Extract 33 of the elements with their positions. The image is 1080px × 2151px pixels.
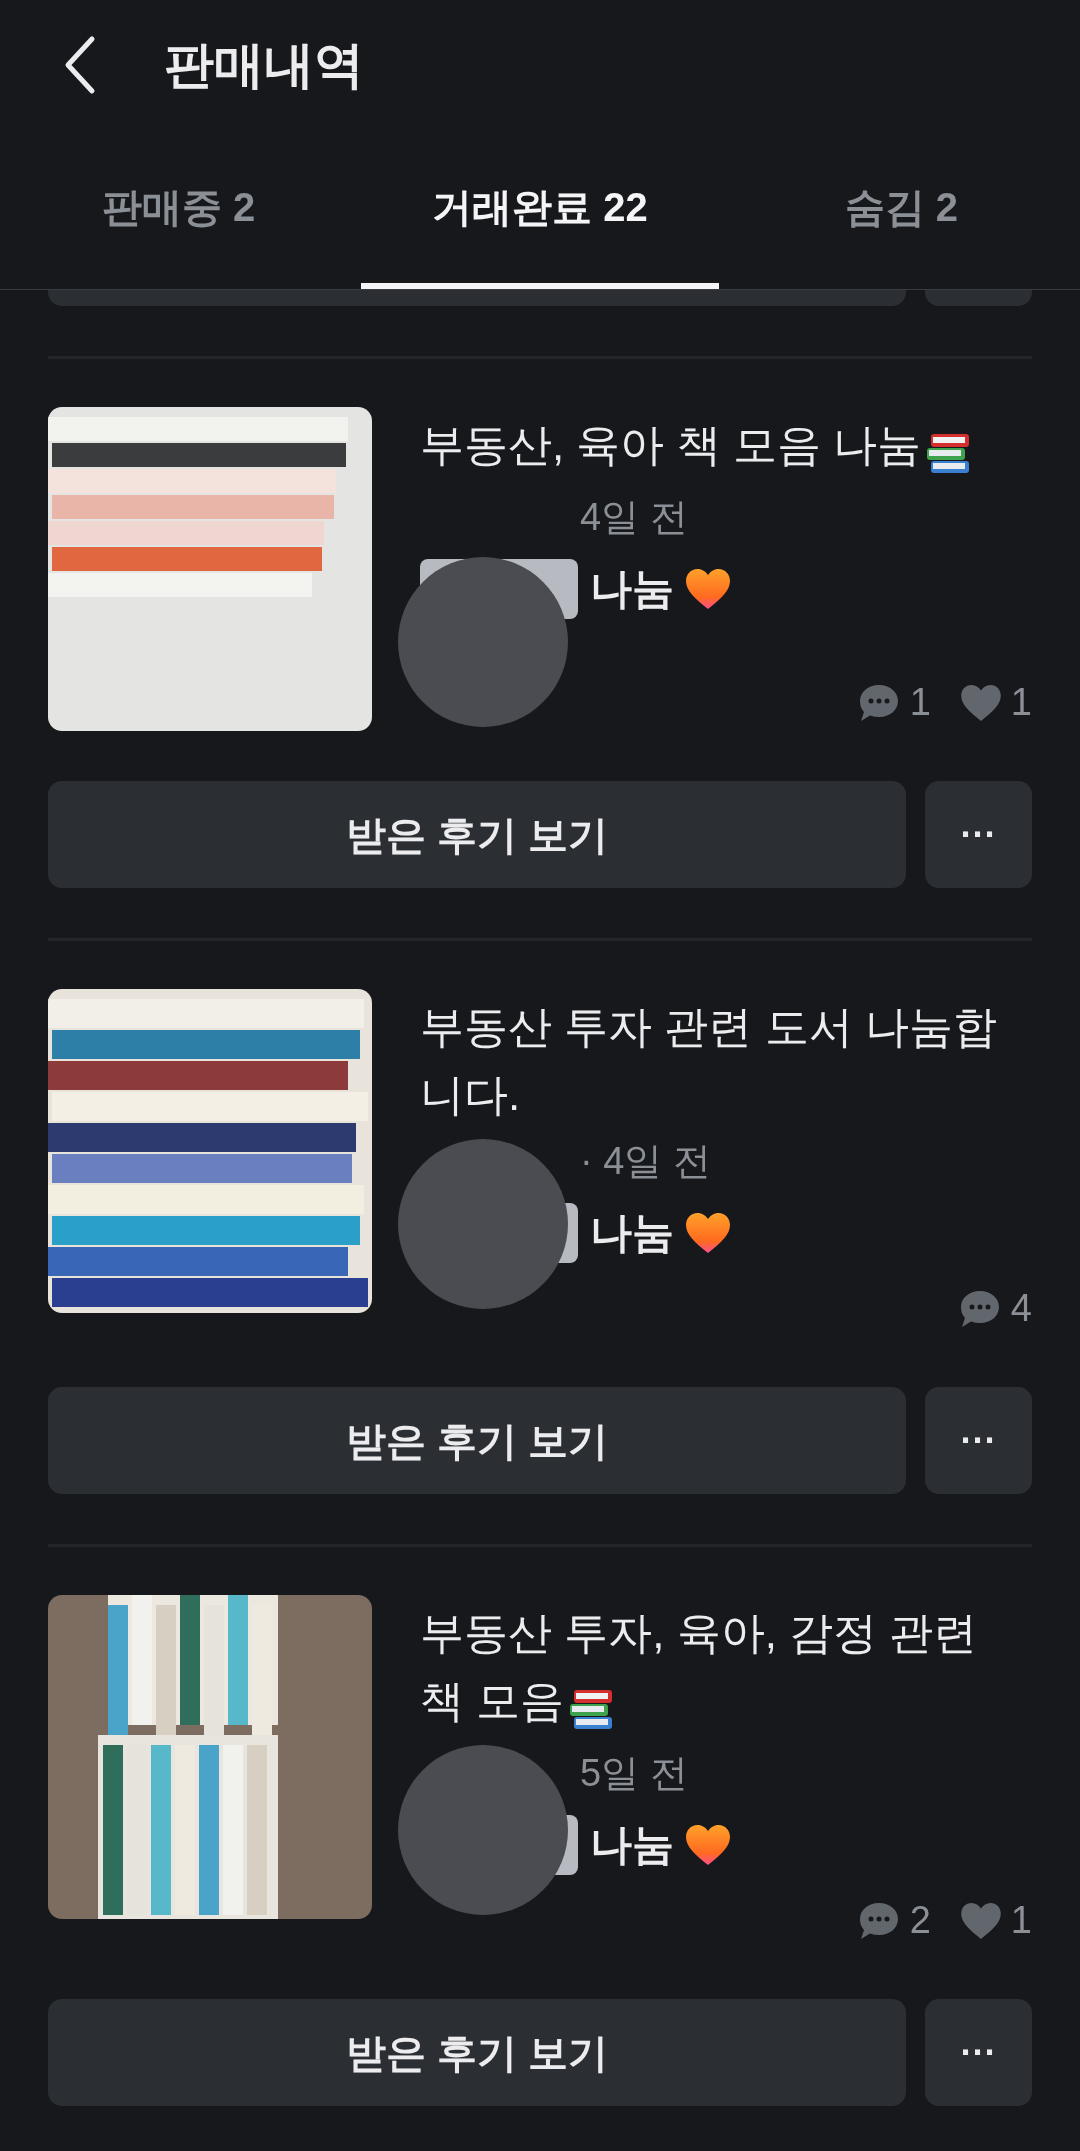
item-title[interactable]: 부동산 투자, 육아, 감정 관련 책 모음 [420, 1599, 1032, 1741]
review-button[interactable]: 받은 후기 보기 [48, 1387, 906, 1494]
comment-icon [857, 682, 900, 723]
more-button[interactable] [925, 290, 1032, 306]
item-title[interactable]: 부동산, 육아 책 모음 나눔 [420, 411, 1032, 485]
item-meta: · 4일 전 [580, 1138, 711, 1184]
heart-icon [686, 568, 730, 609]
heart-icon [960, 684, 1001, 721]
comment-count: 1 [909, 680, 931, 725]
heart-icon [686, 1824, 730, 1865]
review-button[interactable]: 받은 후기 보기 [48, 781, 906, 888]
review-button[interactable]: 받은 후기 보기 [48, 1999, 906, 2106]
item-meta: 4일 전 [580, 494, 688, 540]
heart-icon [686, 1212, 730, 1253]
page-title: 판매내역 [164, 35, 364, 95]
more-button[interactable]: ··· [925, 1999, 1032, 2106]
review-button[interactable] [48, 290, 906, 306]
heart-icon [960, 1902, 1001, 1939]
comment-icon [958, 1288, 1001, 1329]
item-title[interactable]: 부동산 투자 관련 도서 나눔합니다. [420, 993, 1032, 1129]
more-button[interactable]: ··· [925, 1387, 1032, 1494]
item-price: 나눔 [590, 564, 674, 614]
item-price: 나눔 [590, 1820, 674, 1870]
comment-count: 4 [1010, 1286, 1032, 1331]
tab[interactable]: 판매중 2 [0, 130, 358, 289]
item-meta: 5일 전 [580, 1750, 688, 1796]
comment-icon [857, 1900, 900, 1941]
tab[interactable]: 숨김 2 [722, 130, 1080, 289]
like-count: 1 [1010, 1898, 1032, 1943]
comment-count: 2 [909, 1898, 931, 1943]
item-price: 나눔 [590, 1208, 674, 1258]
more-button[interactable]: ··· [925, 781, 1032, 888]
like-count: 1 [1010, 680, 1032, 725]
